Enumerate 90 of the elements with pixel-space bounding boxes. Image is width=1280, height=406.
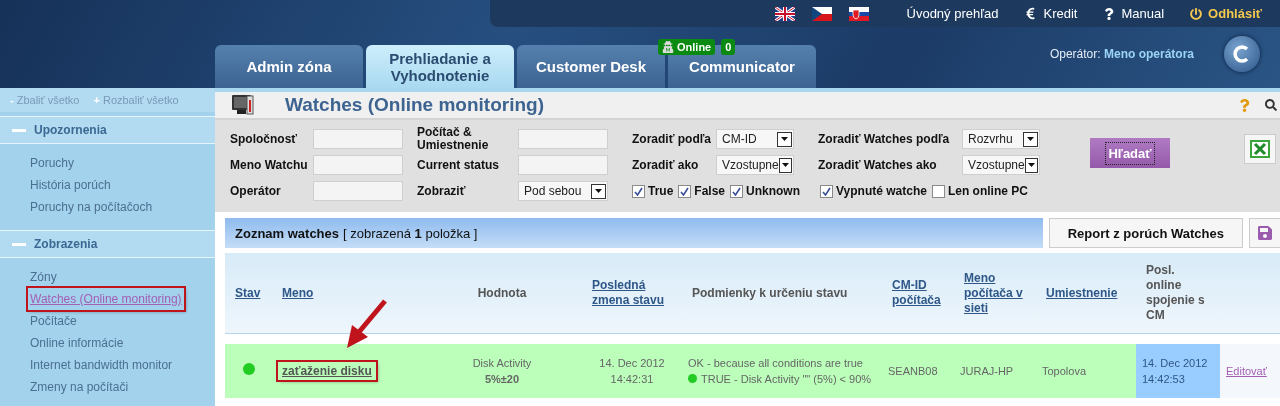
- search-button[interactable]: Hľadať: [1090, 138, 1170, 168]
- sidebar-item[interactable]: História porúch: [28, 174, 113, 196]
- sidebar-item[interactable]: Internet bandwidth monitor: [28, 354, 175, 376]
- table-cell: SEANB08: [888, 364, 938, 377]
- flag-icon[interactable]: [774, 6, 795, 21]
- condition-summary: OK - because all conditions are true: [688, 355, 864, 371]
- filter-label: Zoradiť podľa: [632, 132, 713, 146]
- power-icon: [1190, 7, 1203, 20]
- checkbox[interactable]: [931, 184, 945, 198]
- filter-label: Spoločnosť: [230, 132, 299, 146]
- sidebar-item[interactable]: Online informácie: [28, 332, 126, 354]
- dropdown-caret-icon: [1024, 157, 1038, 173]
- sidebar-section-header[interactable]: Upozornenia: [0, 116, 215, 144]
- spreadsheet-icon: [1250, 140, 1270, 158]
- page-title: Watches (Online monitoring): [285, 94, 544, 116]
- dropdown[interactable]: Rozvrhu: [962, 129, 1040, 149]
- dropdown[interactable]: Vzostupne: [962, 155, 1040, 175]
- table-cell: Topolova: [1042, 364, 1087, 377]
- save-button[interactable]: [1249, 218, 1280, 248]
- column-sort-link[interactable]: Umiestnenie: [1046, 285, 1126, 301]
- operator-name: Meno operátora: [1104, 46, 1194, 61]
- text-field[interactable]: [313, 155, 403, 175]
- help-icon: [1103, 7, 1116, 20]
- dropdown-caret-icon: [1023, 131, 1038, 147]
- sidebar-item[interactable]: Poruchy: [28, 152, 77, 174]
- column-sort-link[interactable]: Meno: [282, 285, 412, 301]
- filter-label: Meno Watchu: [230, 158, 309, 172]
- table-cell: JURAJ-HP: [960, 364, 1014, 377]
- flag-icon[interactable]: [811, 6, 832, 21]
- checkbox-label: True: [648, 184, 674, 198]
- dropdown[interactable]: CM-ID: [716, 129, 794, 149]
- filter-label: Zobraziť: [417, 184, 467, 198]
- logo-icon: [1224, 35, 1260, 72]
- value-text: 5%±20: [483, 371, 521, 387]
- online-status-badge: Online: [658, 39, 716, 55]
- column-title: Posl. online spojenie s CM: [1146, 263, 1206, 323]
- dropdown[interactable]: Vzostupne: [716, 155, 794, 175]
- condition-text: TRUE - Disk Activity "" (5%) < 90%: [701, 372, 872, 385]
- operator-label: Operátor:: [1049, 46, 1102, 61]
- checkbox[interactable]: [820, 184, 834, 198]
- nav-tab[interactable]: Admin zóna: [215, 45, 363, 88]
- dropdown-caret-icon: [777, 131, 792, 147]
- search-icon[interactable]: [1265, 99, 1277, 111]
- column-title: Podmienky k určeniu stavu: [692, 285, 849, 301]
- sidebar-section-header[interactable]: Zobrazenia: [0, 230, 215, 258]
- flag-icon[interactable]: [848, 6, 869, 21]
- header-link[interactable]: Úvodný prehľad: [906, 6, 999, 21]
- value-label: Disk Activity: [471, 355, 533, 371]
- text-field[interactable]: [313, 181, 403, 201]
- text-field[interactable]: [518, 129, 608, 149]
- text-field[interactable]: [518, 155, 608, 175]
- dropdown[interactable]: Pod sebou: [518, 181, 608, 201]
- nav-tab[interactable]: Prehliadanie a Vyhodnotenie: [366, 45, 514, 88]
- column-sort-link[interactable]: Stav: [235, 285, 262, 301]
- item-count: [ zobrazená 1 položka ]: [343, 225, 478, 241]
- checkbox[interactable]: [632, 184, 645, 198]
- count-badge: 0: [721, 39, 736, 55]
- filter-label: Current status: [417, 158, 500, 172]
- list-title: Zoznam watches: [235, 225, 340, 241]
- checkbox[interactable]: [730, 184, 744, 198]
- excel-export-button[interactable]: [1244, 134, 1276, 164]
- filter-label: Operátor: [230, 184, 282, 198]
- filter-label: Zoradiť ako: [632, 158, 700, 172]
- checkbox[interactable]: [678, 184, 692, 198]
- report-button[interactable]: Report z porúch Watches: [1048, 218, 1243, 248]
- dropdown-caret-icon: [778, 157, 792, 173]
- checkbox-label: Vypnuté watche: [836, 184, 927, 198]
- save-icon: [1257, 225, 1273, 241]
- filter-label: Zoradiť Watches ako: [818, 158, 938, 172]
- column-title: Hodnota: [476, 285, 528, 301]
- sidebar-item[interactable]: Zóny: [28, 266, 59, 288]
- table-cell: 14. Dec 2012 14:42:53: [1142, 356, 1208, 385]
- text-field[interactable]: [313, 129, 403, 149]
- dropdown-caret-icon: [591, 183, 606, 199]
- checkbox-label: Unknown: [746, 184, 801, 198]
- sidebar-item[interactable]: Zmeny na počítači: [28, 376, 131, 398]
- sidebar-item[interactable]: Poruchy na počítačoch: [28, 196, 155, 218]
- header-link[interactable]: Manual: [1103, 6, 1165, 21]
- filter-label: Zoradiť Watches podľa: [818, 132, 951, 146]
- sidebar-item[interactable]: Počítače: [28, 310, 79, 332]
- checkbox-label: Len online PC: [947, 184, 1028, 198]
- checkbox-label: False: [694, 184, 726, 198]
- euro-icon: [1024, 7, 1038, 20]
- nav-tab[interactable]: Customer Desk: [517, 45, 665, 88]
- filter-label: Počítač & Umiestnenie: [417, 126, 490, 152]
- edit-link[interactable]: Editovať: [1226, 364, 1267, 377]
- table-cell: 14. Dec 2012 14:42:31: [599, 356, 665, 385]
- user-icon: [662, 41, 674, 53]
- header-link[interactable]: Odhlásiť: [1190, 6, 1262, 21]
- header-link[interactable]: Kredit: [1024, 6, 1078, 21]
